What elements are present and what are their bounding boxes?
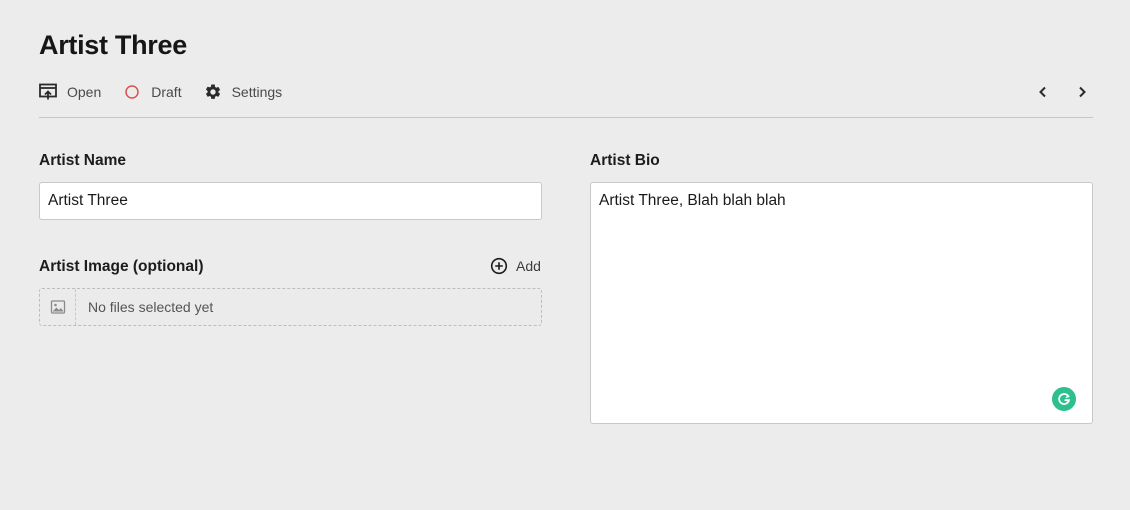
draft-status[interactable]: Draft (123, 80, 182, 104)
artist-image-label: Artist Image (optional) (39, 258, 204, 275)
chevron-right-icon (1079, 86, 1086, 98)
document-editor: Artist Three Open Draft Settings Artist … (0, 0, 1130, 510)
page-title: Artist Three (39, 30, 187, 60)
artist-bio-label: Artist Bio (590, 152, 660, 169)
grammarly-icon (1058, 393, 1071, 405)
gear-icon (204, 83, 222, 101)
add-image-label: Add (516, 258, 541, 274)
document-toolbar: Open Draft Settings (39, 80, 1093, 104)
plus-circle-icon (490, 257, 508, 275)
settings-button[interactable]: Settings (204, 80, 283, 104)
empty-files-text: No files selected yet (88, 299, 214, 315)
artist-bio-textarea[interactable]: Artist Three, Blah blah blah (590, 182, 1093, 424)
artist-name-input[interactable] (39, 182, 542, 220)
add-image-button[interactable]: Add (490, 256, 541, 276)
open-button[interactable]: Open (39, 80, 101, 104)
grammarly-button[interactable] (1052, 387, 1076, 411)
open-in-preview-icon (39, 83, 57, 101)
image-placeholder (40, 289, 76, 325)
circle-status-icon (123, 83, 141, 101)
previous-button[interactable] (1032, 81, 1054, 103)
image-dropzone[interactable]: No files selected yet (39, 288, 542, 326)
artist-name-label: Artist Name (39, 152, 126, 169)
settings-label: Settings (231, 84, 283, 100)
toolbar-divider (39, 117, 1093, 118)
image-icon (50, 300, 65, 314)
draft-label: Draft (151, 84, 182, 100)
next-button[interactable] (1071, 81, 1093, 103)
chevron-left-icon (1039, 86, 1046, 98)
open-label: Open (67, 84, 102, 100)
